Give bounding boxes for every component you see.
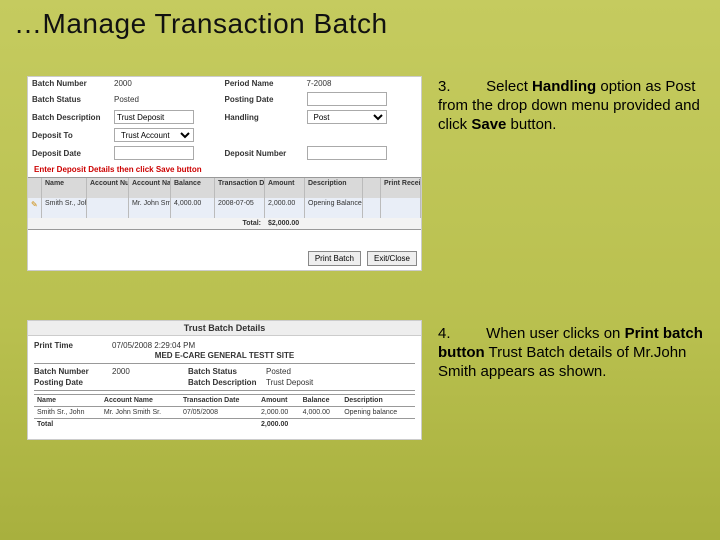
label-posting-date: Posting Date: [225, 95, 303, 104]
total-label: Total:: [28, 218, 265, 229]
th-account: Account Name: [101, 395, 180, 407]
text: button.: [506, 116, 556, 133]
instruction-step-3: 3. Select Handling option as Post from t…: [438, 78, 703, 134]
col-account-number: Account Number: [87, 178, 129, 198]
red-instruction: Enter Deposit Details then click Save bu…: [28, 162, 421, 177]
site-name: MED E-CARE GENERAL TESTT SITE: [34, 351, 415, 360]
label-batch-description: Batch Description: [188, 378, 260, 387]
batch-description-input[interactable]: [114, 110, 194, 124]
cell-name: Smith Sr., John: [42, 198, 87, 218]
value-batch-description: Trust Deposit: [266, 378, 336, 387]
th-balance: Balance: [300, 395, 342, 407]
label-batch-status: Batch Status: [32, 95, 110, 104]
screenshot-batch-form: Batch Number 2000 Period Name 7-2008 Batch…: [27, 76, 422, 271]
label-batch-number: Batch Number: [32, 79, 110, 88]
handling-select[interactable]: Post: [307, 110, 387, 124]
col-balance: Balance: [171, 178, 215, 198]
cell-description: Opening Balance: [305, 198, 363, 218]
total-amount: 2,000.00: [258, 419, 300, 431]
table-total-row: Total 2,000.00: [34, 419, 415, 431]
details-table: Name Account Name Transaction Date Amoun…: [34, 394, 415, 430]
col-amount: Amount: [265, 178, 305, 198]
deposit-date-input[interactable]: [114, 146, 194, 160]
value-print-time: 07/05/2008 2:29:04 PM: [112, 341, 195, 350]
label-deposit-date: Deposit Date: [32, 149, 110, 158]
cell-receipt-checkbox[interactable]: [363, 198, 381, 218]
label-period-name: Period Name: [225, 79, 303, 88]
td-name: Smith Sr., John: [34, 407, 101, 419]
label-batch-description: Batch Description: [32, 113, 110, 122]
col-description: Description: [305, 178, 363, 198]
grid-total-row: Total: $2,000.00: [28, 218, 421, 229]
label-print-time: Print Time: [34, 341, 106, 350]
cell-account-number: [87, 198, 129, 218]
table-header-row: Name Account Name Transaction Date Amoun…: [34, 395, 415, 407]
edit-row-icon[interactable]: ✎: [31, 200, 38, 209]
transactions-grid: Name Account Number Account Name Balance…: [28, 177, 421, 230]
table-row: Smith Sr., John Mr. John Smith Sr. 07/05…: [34, 407, 415, 419]
cell-amount: 2,000.00: [265, 198, 305, 218]
td-date: 07/05/2008: [180, 407, 258, 419]
value-batch-number: 2000: [114, 79, 132, 88]
col-account-name: Account Name: [129, 178, 171, 198]
td-description: Opening balance: [341, 407, 415, 419]
total-value: $2,000.00: [265, 218, 315, 229]
col-check-all[interactable]: [363, 178, 381, 198]
td-account: Mr. John Smith Sr.: [101, 407, 180, 419]
td-amount: 2,000.00: [258, 407, 300, 419]
bold-handling: Handling: [532, 78, 596, 95]
col-name: Name: [42, 178, 87, 198]
screenshot-trust-batch-details: Trust Batch Details Print Time 07/05/2008…: [27, 320, 422, 440]
bold-save: Save: [471, 116, 506, 133]
value-batch-number: 2000: [112, 367, 182, 376]
step-number: 4.: [438, 325, 458, 344]
total-label: Total: [34, 419, 101, 431]
text: Select: [486, 78, 532, 95]
cell-account-name: Mr. John Smith Sr.: [129, 198, 171, 218]
label-handling: Handling: [225, 113, 303, 122]
value-period-name: 7-2008: [307, 79, 332, 88]
grid-header-row: Name Account Number Account Name Balance…: [28, 178, 421, 198]
value-posting-date: [112, 378, 182, 387]
text: When user clicks on: [486, 325, 624, 342]
slide-title: …Manage Transaction Batch: [14, 8, 388, 40]
step-number: 3.: [438, 78, 458, 97]
label-batch-number: Batch Number: [34, 367, 106, 376]
exit-close-button[interactable]: Exit/Close: [367, 251, 417, 266]
deposit-to-select[interactable]: Trust Account: [114, 128, 194, 142]
deposit-number-input[interactable]: [307, 146, 387, 160]
cell-balance: 4,000.00: [171, 198, 215, 218]
th-name: Name: [34, 395, 101, 407]
posting-date-input[interactable]: [307, 92, 387, 106]
print-batch-button[interactable]: Print Batch: [308, 251, 361, 266]
value-batch-status: Posted: [114, 95, 139, 104]
grid-data-row[interactable]: ✎ Smith Sr., John Mr. John Smith Sr. 4,0…: [28, 198, 421, 218]
label-posting-date: Posting Date: [34, 378, 106, 387]
th-description: Description: [341, 395, 415, 407]
td-balance: 4,000.00: [300, 407, 342, 419]
label-deposit-number: Deposit Number: [225, 149, 303, 158]
th-date: Transaction Date: [180, 395, 258, 407]
instruction-step-4: 4. When user clicks on Print batch butto…: [438, 325, 703, 381]
label-deposit-to: Deposit To: [32, 131, 110, 140]
cell-transaction-date: 2008-07-05: [215, 198, 265, 218]
value-batch-status: Posted: [266, 367, 336, 376]
label-batch-status: Batch Status: [188, 367, 260, 376]
window-title: Trust Batch Details: [28, 321, 421, 336]
col-print-receipt: Print Receipt: [381, 178, 421, 198]
col-transaction-date: Transaction Date: [215, 178, 265, 198]
th-amount: Amount: [258, 395, 300, 407]
